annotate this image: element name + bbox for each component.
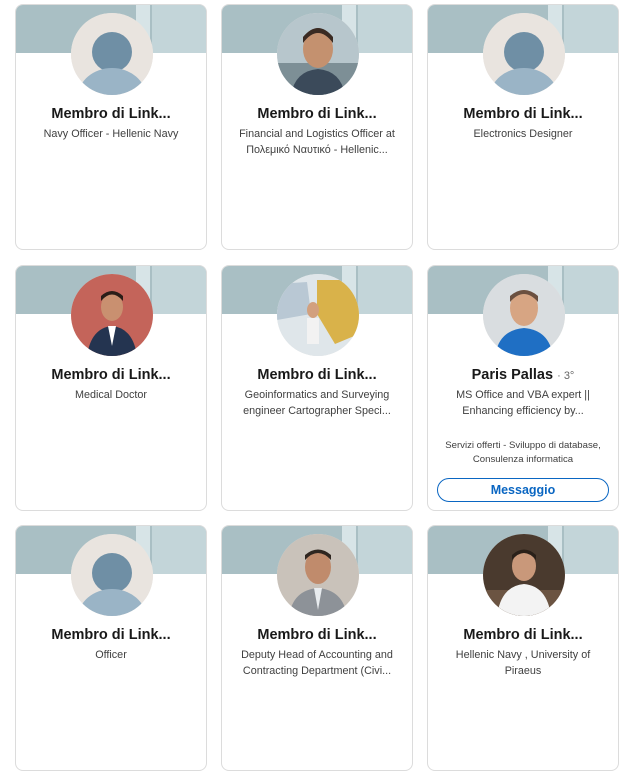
- message-button[interactable]: Messaggio: [437, 478, 609, 502]
- default-avatar-icon[interactable]: [483, 13, 565, 95]
- member-headline: Navy Officer - Hellenic Navy: [43, 128, 179, 140]
- profile-photo-avatar[interactable]: [277, 534, 359, 616]
- member-headline: Medical Doctor: [74, 389, 147, 401]
- profile-photo-avatar[interactable]: [483, 274, 565, 356]
- profile-card[interactable]: Membro di Link... Officer: [15, 525, 207, 771]
- profile-photo-avatar[interactable]: [277, 274, 359, 356]
- connection-degree: · 3°: [557, 370, 575, 382]
- services-offered: Servizi offerti - Sviluppo di database, …: [445, 440, 601, 465]
- member-headline: Financial and Logistics Officer at Πολεμ…: [239, 128, 395, 156]
- profile-card[interactable]: Membro di Link... Navy Officer - Helleni…: [15, 4, 207, 250]
- member-headline: Officer: [95, 649, 127, 661]
- default-avatar-icon[interactable]: [71, 13, 153, 95]
- member-name[interactable]: Membro di Link...: [228, 627, 406, 643]
- member-name[interactable]: Paris Pallas · 3°: [434, 367, 612, 383]
- member-name[interactable]: Membro di Link...: [228, 106, 406, 122]
- member-headline: Deputy Head of Accounting and Contractin…: [241, 649, 393, 677]
- member-name-text[interactable]: Paris Pallas: [472, 367, 553, 383]
- default-avatar-icon[interactable]: [71, 534, 153, 616]
- profile-card[interactable]: Membro di Link... Hellenic Navy , Univer…: [427, 525, 619, 771]
- member-name[interactable]: Membro di Link...: [22, 106, 200, 122]
- profile-photo-avatar[interactable]: [71, 274, 153, 356]
- member-name[interactable]: Membro di Link...: [228, 367, 406, 383]
- profile-card[interactable]: Membro di Link... Electronics Designer: [427, 4, 619, 250]
- member-headline: Geoinformatics and Surveying engineer Ca…: [243, 389, 391, 417]
- profile-card[interactable]: Membro di Link... Financial and Logistic…: [221, 4, 413, 250]
- profile-photo-avatar[interactable]: [277, 13, 359, 95]
- member-headline: MS Office and VBA expert || Enhancing ef…: [456, 389, 590, 417]
- profile-card[interactable]: Membro di Link... Geoinformatics and Sur…: [221, 265, 413, 511]
- profile-card[interactable]: Membro di Link... Medical Doctor: [15, 265, 207, 511]
- profile-photo-avatar[interactable]: [483, 534, 565, 616]
- member-name[interactable]: Membro di Link...: [434, 106, 612, 122]
- member-name[interactable]: Membro di Link...: [22, 627, 200, 643]
- member-name[interactable]: Membro di Link...: [434, 627, 612, 643]
- member-name[interactable]: Membro di Link...: [22, 367, 200, 383]
- member-headline: Electronics Designer: [473, 128, 573, 140]
- profile-card[interactable]: Membro di Link... Deputy Head of Account…: [221, 525, 413, 771]
- profile-card[interactable]: Paris Pallas · 3° MS Office and VBA expe…: [427, 265, 619, 511]
- member-headline: Hellenic Navy , University of Piraeus: [455, 649, 591, 677]
